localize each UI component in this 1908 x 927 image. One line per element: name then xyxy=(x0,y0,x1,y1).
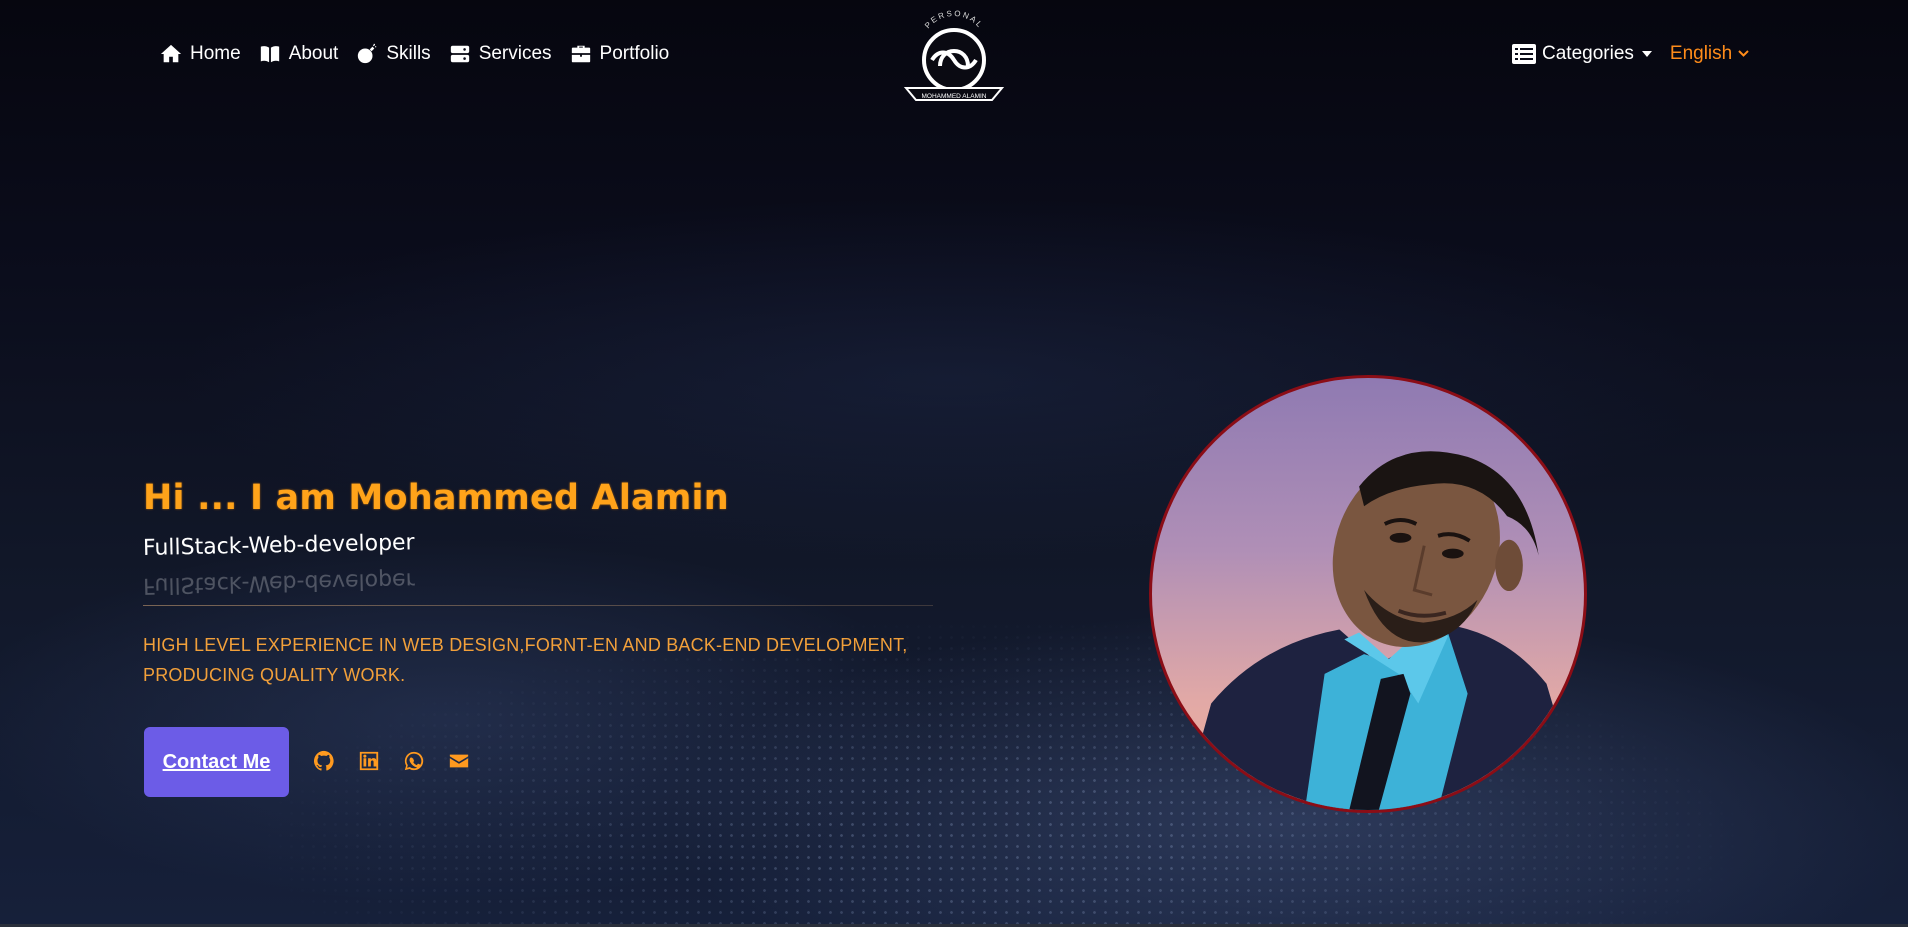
nav-about[interactable]: About xyxy=(259,43,339,65)
nav-right: Categories English xyxy=(1512,43,1749,65)
nav-skills-label: Skills xyxy=(386,43,431,64)
contact-me-button[interactable]: Contact Me xyxy=(144,727,289,797)
github-link[interactable] xyxy=(313,750,335,772)
categories-label: Categories xyxy=(1542,43,1634,64)
bomb-icon xyxy=(358,43,377,64)
hero-divider xyxy=(143,605,933,606)
linkedin-icon xyxy=(359,751,379,771)
github-icon xyxy=(313,750,334,771)
server-icon xyxy=(450,45,469,63)
categories-dropdown[interactable]: Categories xyxy=(1512,43,1652,65)
language-selector[interactable]: English xyxy=(1670,43,1749,65)
nav-services-label: Services xyxy=(478,43,552,64)
nav-portfolio-label: Portfolio xyxy=(599,43,670,64)
svg-text:PERSONAL: PERSONAL xyxy=(923,9,985,30)
list-icon xyxy=(1512,44,1536,64)
social-links xyxy=(313,750,470,772)
chevron-down-icon xyxy=(1738,50,1749,57)
logo-bottom-text: MOHAMMED ALAMIN xyxy=(921,93,986,100)
nav-portfolio[interactable]: Portfolio xyxy=(570,43,670,65)
nav-about-label: About xyxy=(288,43,339,64)
nav-services[interactable]: Services xyxy=(449,43,552,65)
linkedin-link[interactable] xyxy=(358,750,380,772)
whatsapp-icon xyxy=(404,751,424,771)
logo-top-text: PERSONAL xyxy=(923,9,983,30)
nav-skills[interactable]: Skills xyxy=(356,43,431,65)
envelope-icon xyxy=(449,754,469,768)
site-logo[interactable]: PERSONAL MOHAMMED ALAMIN xyxy=(900,8,1008,108)
whatsapp-link[interactable] xyxy=(403,750,425,772)
nav-home[interactable]: Home xyxy=(160,43,241,65)
language-label: English xyxy=(1669,43,1733,64)
profile-photo xyxy=(1149,375,1587,813)
home-icon xyxy=(160,44,182,63)
briefcase-icon xyxy=(571,45,590,63)
hero-title: Hi ... I am Mohammed Alamin xyxy=(143,478,729,518)
main-nav: Home About Skills Services Portfolio xyxy=(160,43,669,65)
hero-description: HIGH LEVEL EXPERIENCE IN WEB DESIGN,FORN… xyxy=(143,635,908,685)
book-icon xyxy=(260,46,279,63)
caret-down-icon xyxy=(1641,51,1652,57)
email-link[interactable] xyxy=(448,750,470,772)
dotted-wave-background xyxy=(0,280,1908,927)
nav-home-label: Home xyxy=(190,43,241,64)
